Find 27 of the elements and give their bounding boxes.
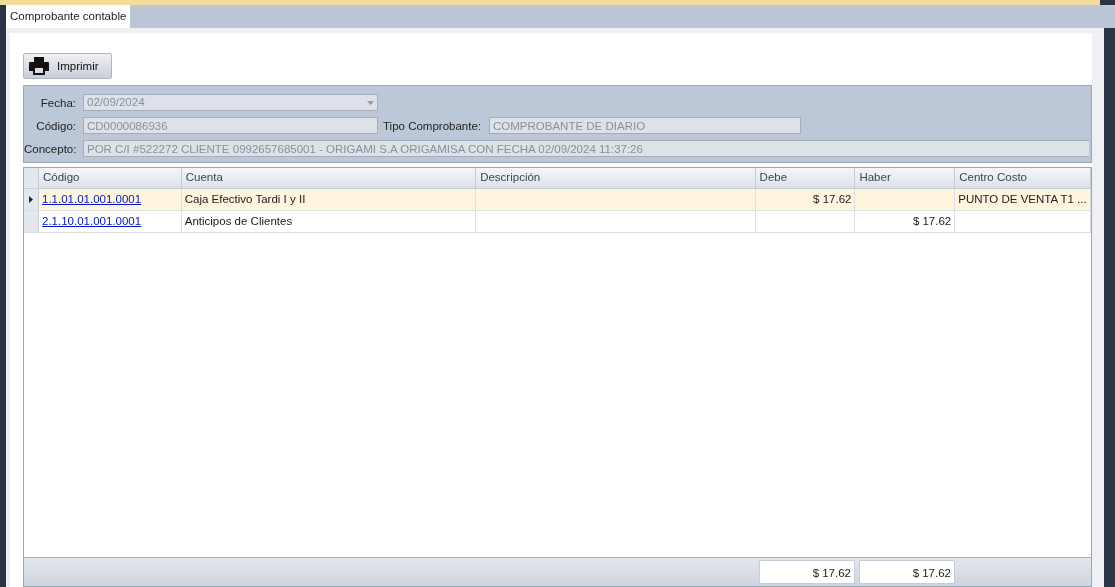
- field-label: Código:: [35, 119, 77, 132]
- column-header[interactable]: Descripción: [476, 168, 756, 188]
- row-pointer-icon: [29, 196, 33, 203]
- print-button[interactable]: Imprimir: [23, 53, 112, 79]
- table-row[interactable]: 1.1.01.01.001.0001 Caja Efectivo Tardi I y II $ 17.62 PUNTO DE VENTA T1 ...: [24, 189, 1091, 211]
- field-label: Concepto:: [24, 142, 78, 155]
- field-label: Fecha:: [39, 96, 77, 109]
- table-cell: $ 17.62: [755, 189, 856, 210]
- table-row[interactable]: 2.1.10.01.001.0001 Anticipos de Clientes $ 17.62: [24, 211, 1091, 233]
- total-haber: $ 17.62: [859, 560, 955, 584]
- field-label: Tipo Comprobante:: [383, 119, 482, 132]
- column-header[interactable]: Cuenta: [181, 168, 477, 188]
- dropdown-arrow-icon: [367, 100, 374, 105]
- column-header[interactable]: Debe: [755, 168, 856, 188]
- tab[interactable]: Comprobante contable: [6, 5, 131, 28]
- column-header[interactable]: Código: [39, 168, 182, 188]
- account-code-link[interactable]: 2.1.10.01.001.0001: [42, 215, 142, 227]
- account-code-link[interactable]: 1.1.01.01.001.0001: [42, 193, 142, 205]
- table-cell: $ 17.62: [855, 211, 956, 232]
- table-cell: Caja Efectivo Tardi I y II: [181, 189, 477, 210]
- row-header[interactable]: [24, 189, 39, 210]
- total-debe: $ 17.62: [759, 560, 855, 584]
- table-cell: PUNTO DE VENTA T1 ...: [955, 189, 1091, 210]
- column-header[interactable]: Centro Costo: [955, 168, 1091, 188]
- table-cell: Anticipos de Clientes: [181, 211, 477, 232]
- printer-icon: [29, 57, 49, 75]
- column-header[interactable]: Haber: [855, 168, 956, 188]
